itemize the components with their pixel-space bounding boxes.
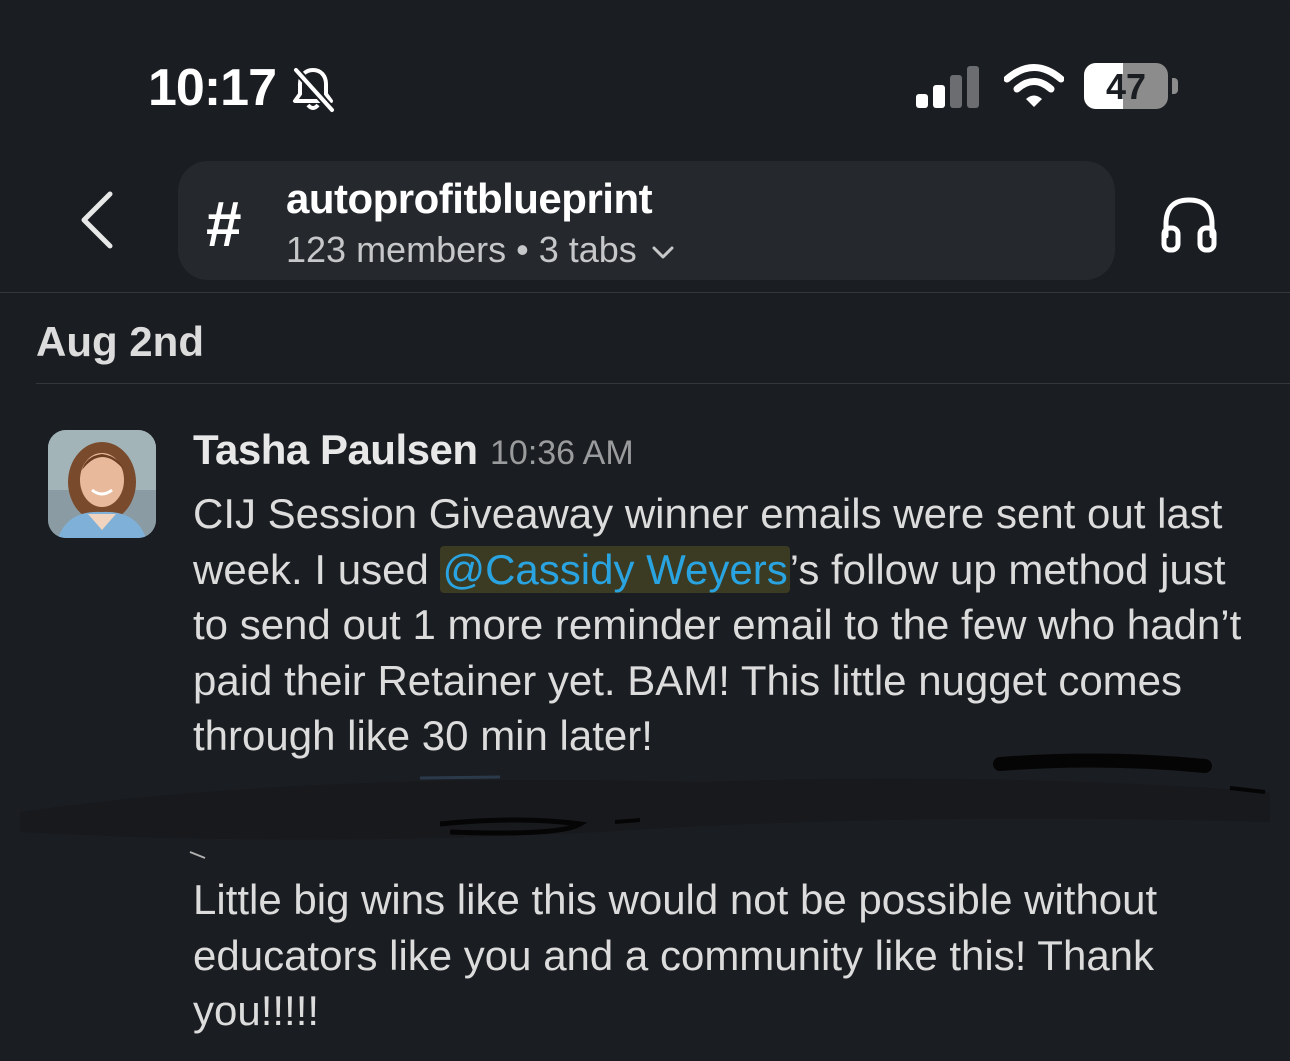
user-mention[interactable]: @Cassidy Weyers xyxy=(440,545,790,593)
slack-channel-screen: 10:17 47 # autoprofitblueprint 123 membe… xyxy=(0,0,1290,1061)
back-button[interactable] xyxy=(70,188,126,252)
message-body-continued: Little big wins like this would not be p… xyxy=(193,876,1158,1034)
channel-name: autoprofitblueprint xyxy=(286,175,653,222)
bell-slash-icon xyxy=(293,67,335,113)
channel-meta: 123 members • 3 tabs xyxy=(286,229,675,271)
cellular-signal-icon xyxy=(916,66,979,108)
message-author[interactable]: Tasha Paulsen xyxy=(193,426,478,474)
battery-icon: 47 xyxy=(1084,63,1168,109)
avatar[interactable] xyxy=(48,430,156,538)
channel-header-button[interactable]: # autoprofitblueprint 123 members • 3 ta… xyxy=(178,161,1115,280)
date-separator: Aug 2nd xyxy=(36,318,204,365)
battery-tip xyxy=(1172,78,1178,94)
status-time: 10:17 xyxy=(148,59,277,117)
chevron-down-icon xyxy=(652,246,674,259)
headphones-icon[interactable] xyxy=(1158,192,1220,254)
header-divider xyxy=(0,292,1290,293)
channel-hash-icon: # xyxy=(206,188,242,260)
chevron-left-icon xyxy=(81,191,113,249)
wifi-icon xyxy=(1004,64,1064,107)
date-divider xyxy=(36,383,1290,384)
redacted-content xyxy=(20,753,1270,859)
battery-percent: 47 xyxy=(1105,66,1147,107)
message-body: CIJ Session Giveaway winner emails were … xyxy=(193,486,1253,764)
channel-meta-text: 123 members • 3 tabs xyxy=(286,229,637,270)
message-timestamp: 10:36 AM xyxy=(490,434,634,472)
